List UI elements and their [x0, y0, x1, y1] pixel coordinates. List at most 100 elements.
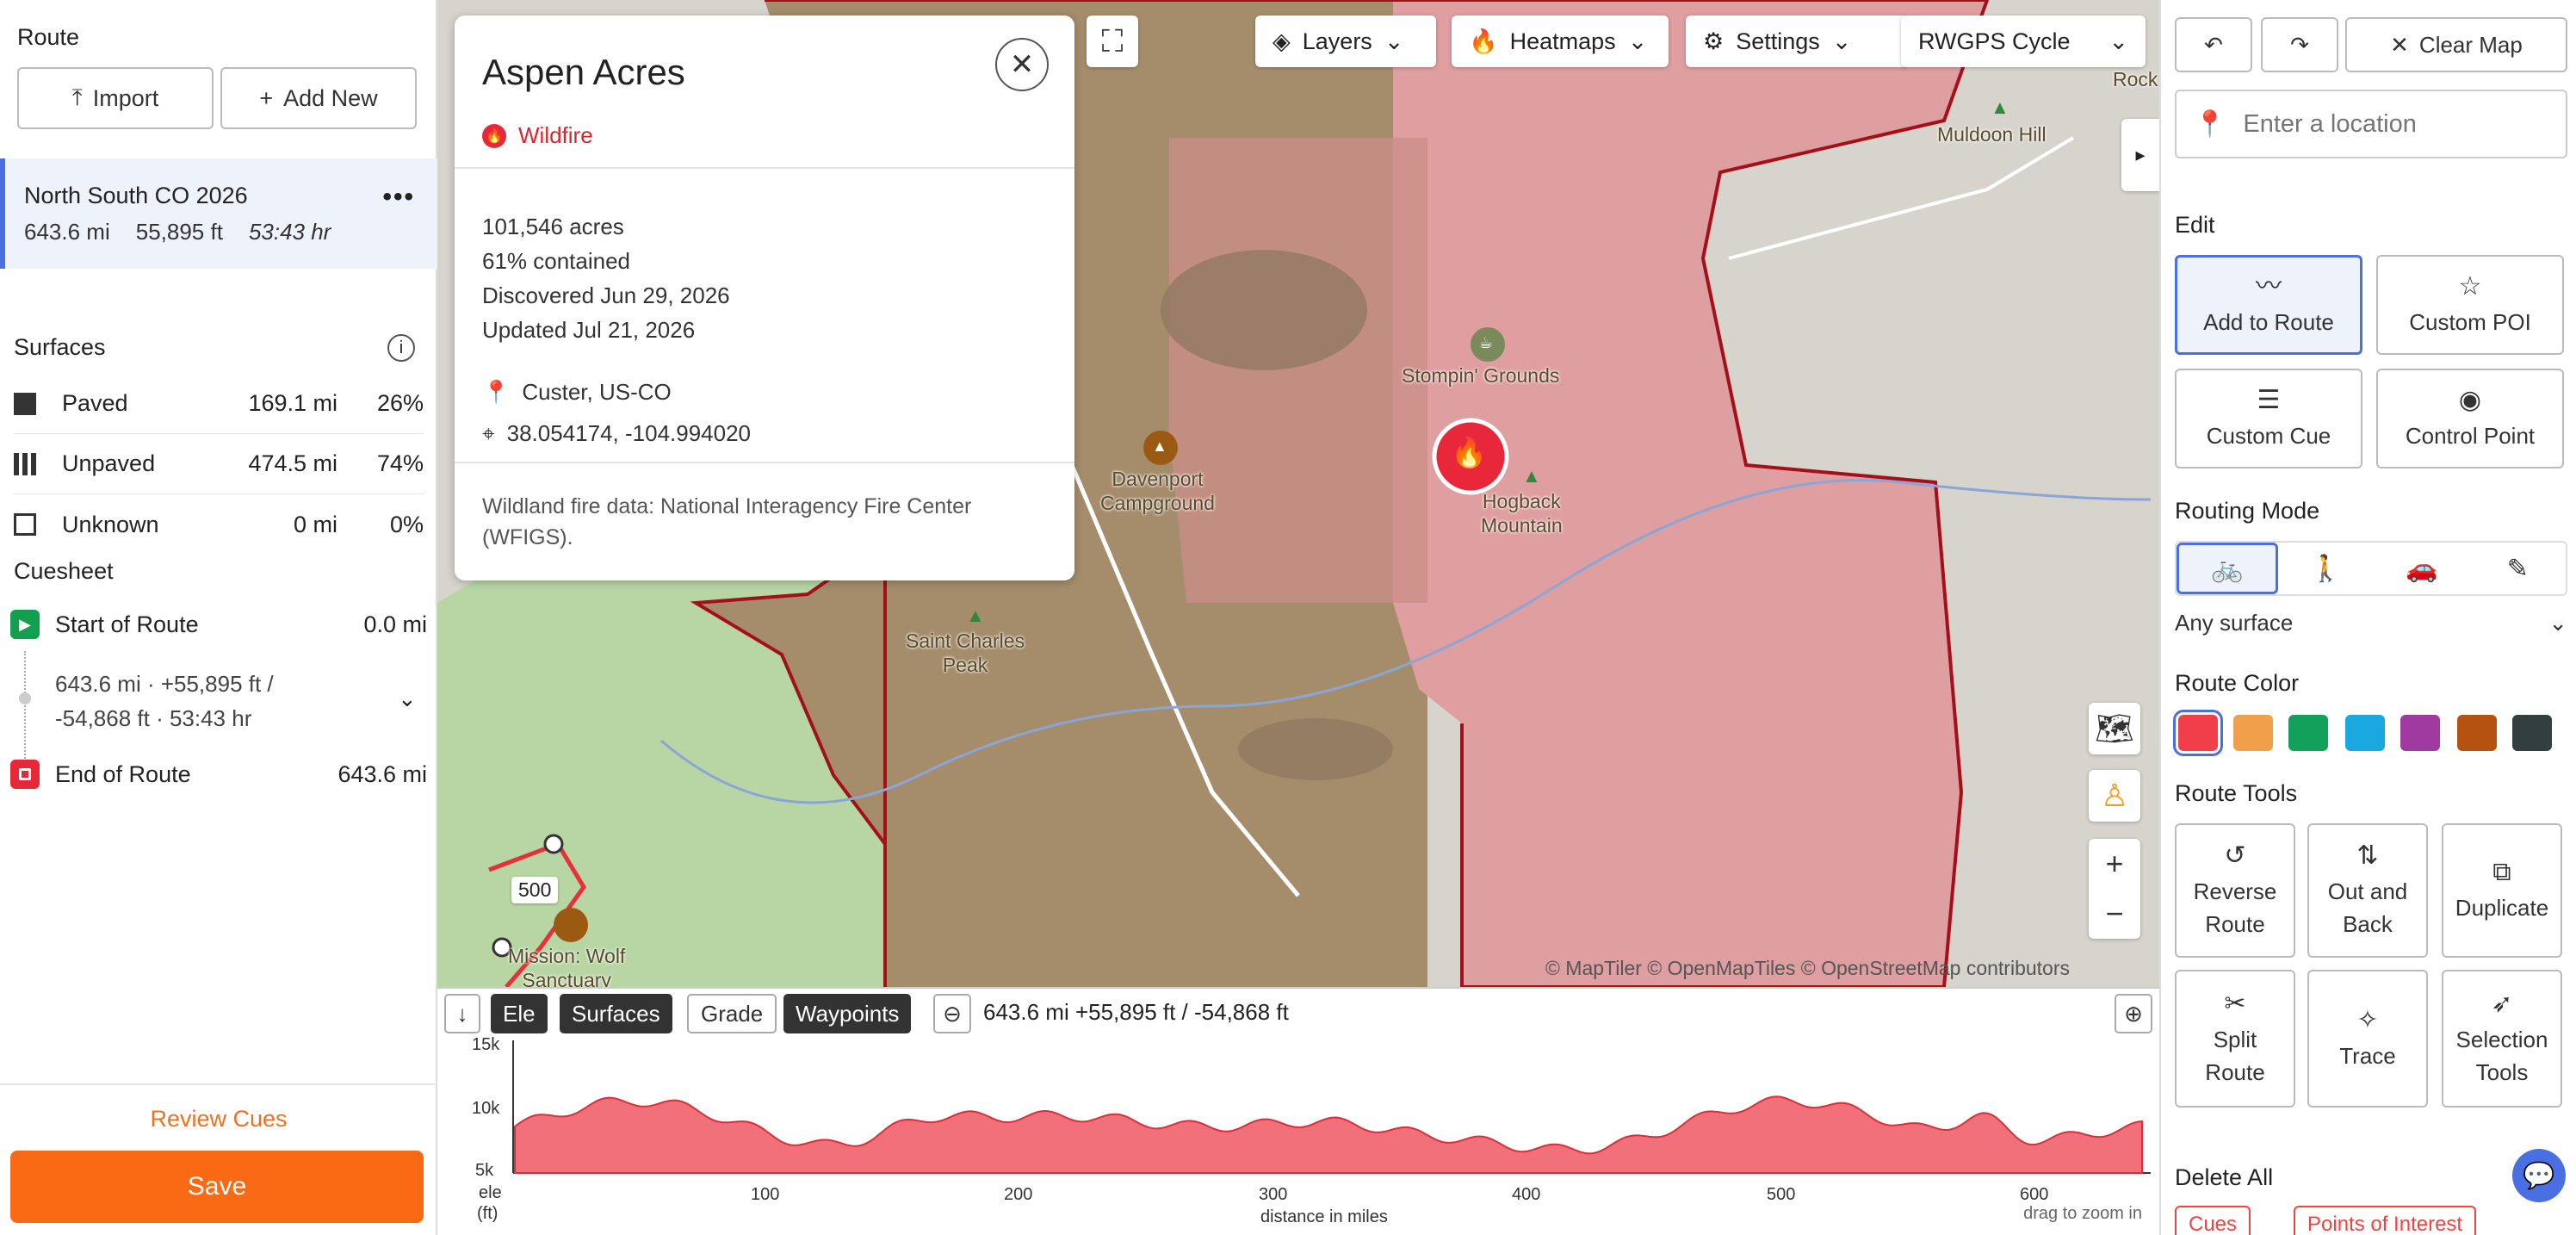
color-swatch-charcoal[interactable]	[2512, 715, 2552, 751]
route-line-icon: 〰	[2256, 272, 2282, 301]
surfaces-heading: Surfaces	[14, 334, 106, 360]
star-icon: ☆	[2458, 272, 2482, 301]
color-swatch-purple[interactable]	[2400, 715, 2440, 751]
more-options-icon[interactable]: •••	[382, 183, 415, 212]
color-swatch-orange[interactable]	[2233, 715, 2273, 751]
draw-icon[interactable]: ✎	[2470, 543, 2567, 594]
split-icon: ✂	[2224, 990, 2246, 1018]
chevron-down-icon: ⌄	[2548, 610, 2567, 636]
map-legend-icon[interactable]: 🗺	[2089, 703, 2140, 754]
reverse-route-label: Reverse Route	[2193, 878, 2277, 937]
split-route-label: Split Route	[2205, 1027, 2265, 1085]
tab-ele[interactable]: Ele	[491, 994, 548, 1033]
chevron-down-icon[interactable]: ⌄	[398, 686, 417, 712]
campground-icon[interactable]: ▲	[1152, 438, 1167, 456]
collapse-panel-icon[interactable]: ▸	[2121, 119, 2159, 191]
stop-icon	[10, 760, 40, 789]
clear-map-button[interactable]: ✕ Clear Map	[2345, 17, 2567, 72]
redo-icon[interactable]: ↷	[2261, 17, 2338, 72]
color-swatch-red[interactable]	[2173, 710, 2223, 756]
street-view-icon[interactable]: ♙	[2089, 770, 2140, 822]
location-input[interactable]	[2243, 109, 2536, 139]
fire-icon[interactable]: 🔥	[1451, 436, 1487, 470]
tab-waypoints[interactable]: Waypoints	[783, 994, 912, 1033]
fire-updated: Updated Jul 21, 2026	[482, 317, 696, 343]
y-tick: 5k	[475, 1161, 494, 1180]
import-button[interactable]: ⤒ Import	[17, 67, 214, 129]
custom-poi-button[interactable]: ☆ Custom POI	[2376, 255, 2564, 355]
route-sidebar: Route ⤒ Import + Add New North South CO …	[0, 0, 437, 1235]
out-and-back-button[interactable]: ⇅ Out and Back	[2307, 823, 2428, 958]
zoom-out-icon[interactable]: −	[2105, 896, 2123, 932]
coords-label: 38.054174, -104.994020	[506, 420, 752, 446]
reverse-route-button[interactable]: ↺ Reverse Route	[2175, 823, 2295, 958]
map-style-dropdown[interactable]: RWGPS Cycle ⌄	[1901, 16, 2146, 67]
zoom-in-icon[interactable]: +	[2105, 846, 2123, 882]
surface-select[interactable]: Any surface ⌄	[2175, 610, 2567, 636]
chevron-down-icon: ⌄	[1627, 28, 1648, 54]
delete-poi-button[interactable]: Points of Interest	[2294, 1206, 2477, 1235]
cue-start[interactable]: ▶ Start of Route 0.0 mi	[10, 610, 427, 639]
zoom-out-icon[interactable]: ⊖	[933, 994, 971, 1033]
route-card[interactable]: North South CO 2026 643.6 mi 55,895 ft 5…	[0, 158, 437, 269]
color-swatch-brown[interactable]	[2457, 715, 2497, 751]
out-and-back-label: Out and Back	[2327, 878, 2408, 937]
map-label-davenport: Davenport Campground	[1100, 468, 1215, 514]
popup-type: 🔥 Wildfire	[482, 122, 593, 149]
arrow-down-icon[interactable]: ↓	[444, 994, 480, 1033]
x-tick: 300	[1259, 1185, 1288, 1204]
custom-poi-label: Custom POI	[2409, 309, 2531, 335]
tab-surfaces[interactable]: Surfaces	[560, 994, 672, 1033]
trace-button[interactable]: ✧ Trace	[2307, 970, 2428, 1108]
duplicate-button[interactable]: ⧉ Duplicate	[2442, 823, 2562, 958]
cue-end[interactable]: End of Route 643.6 mi	[10, 760, 427, 789]
add-to-route-button[interactable]: 〰 Add to Route	[2175, 255, 2362, 355]
save-button[interactable]: Save	[10, 1151, 424, 1223]
control-point-button[interactable]: ◉ Control Point	[2376, 369, 2564, 469]
add-new-button[interactable]: + Add New	[220, 67, 417, 129]
surface-percent: 0%	[389, 511, 424, 537]
fullscreen-icon[interactable]: ⛶	[1087, 16, 1138, 67]
review-cues-button[interactable]: Review Cues	[0, 1083, 437, 1144]
route-elevation: 55,895 ft	[135, 219, 223, 245]
upload-icon: ⤒	[71, 84, 83, 110]
chevron-down-icon: ⌄	[1384, 28, 1404, 54]
map-canvas[interactable]: 🔥 ▲ ☕ ▲ ▲ ▲ Rock Muldoon Hill Stompin' G…	[437, 0, 2159, 987]
close-icon[interactable]: ✕	[995, 38, 1049, 91]
cafe-icon[interactable]: ☕	[1479, 334, 1493, 352]
y-tick: 10k	[472, 1099, 500, 1118]
color-swatch-green[interactable]	[2288, 715, 2328, 751]
delete-all-heading: Delete All	[2175, 1164, 2274, 1190]
peak-icon: ▲	[966, 605, 985, 626]
duplicate-icon: ⧉	[2492, 858, 2511, 886]
chat-icon[interactable]: 💬	[2512, 1149, 2566, 1202]
color-swatch-blue[interactable]	[2345, 715, 2385, 751]
heatmaps-dropdown[interactable]: 🔥 Heatmaps ⌄	[1452, 16, 1669, 67]
peak-icon: ▲	[1991, 96, 2009, 118]
map-label-muldoon-hill: Muldoon Hill	[1937, 123, 2047, 146]
car-icon[interactable]: 🚗	[2374, 543, 2470, 594]
heatmaps-label: Heatmaps	[1509, 28, 1616, 54]
delete-cues-button[interactable]: Cues	[2175, 1206, 2251, 1235]
map-label-saint-charles: Saint Charles Peak	[906, 630, 1025, 676]
cue-label: End of Route	[55, 760, 191, 787]
tab-grade[interactable]: Grade	[687, 994, 777, 1033]
bike-icon[interactable]: 🚲	[2177, 543, 2278, 594]
selection-tools-button[interactable]: ➶ Selection Tools	[2442, 970, 2562, 1108]
split-route-button[interactable]: ✂ Split Route	[2175, 970, 2295, 1108]
zoom-in-icon[interactable]: ⊕	[2115, 994, 2152, 1033]
custom-cue-button[interactable]: ☰ Custom Cue	[2175, 369, 2362, 469]
walk-icon[interactable]: 🚶	[2278, 543, 2375, 594]
peak-icon: ▲	[1522, 465, 1541, 487]
elevation-chart[interactable]	[506, 1040, 2151, 1182]
settings-dropdown[interactable]: ⚙ Settings ⌄	[1686, 16, 1908, 67]
cue-summary: 643.6 mi · +55,895 ft / -54,868 ft · 53:…	[55, 667, 274, 735]
eye-icon: ◉	[2458, 386, 2482, 414]
flame-icon: 🔥	[1469, 28, 1498, 54]
pointer-icon: ➶	[2491, 990, 2513, 1018]
undo-icon[interactable]: ↶	[2175, 17, 2252, 72]
info-icon[interactable]: i	[387, 334, 415, 362]
import-label: Import	[92, 84, 159, 111]
layers-dropdown[interactable]: ◈ Layers ⌄	[1255, 16, 1436, 67]
route-tools-heading: Route Tools	[2175, 780, 2298, 806]
